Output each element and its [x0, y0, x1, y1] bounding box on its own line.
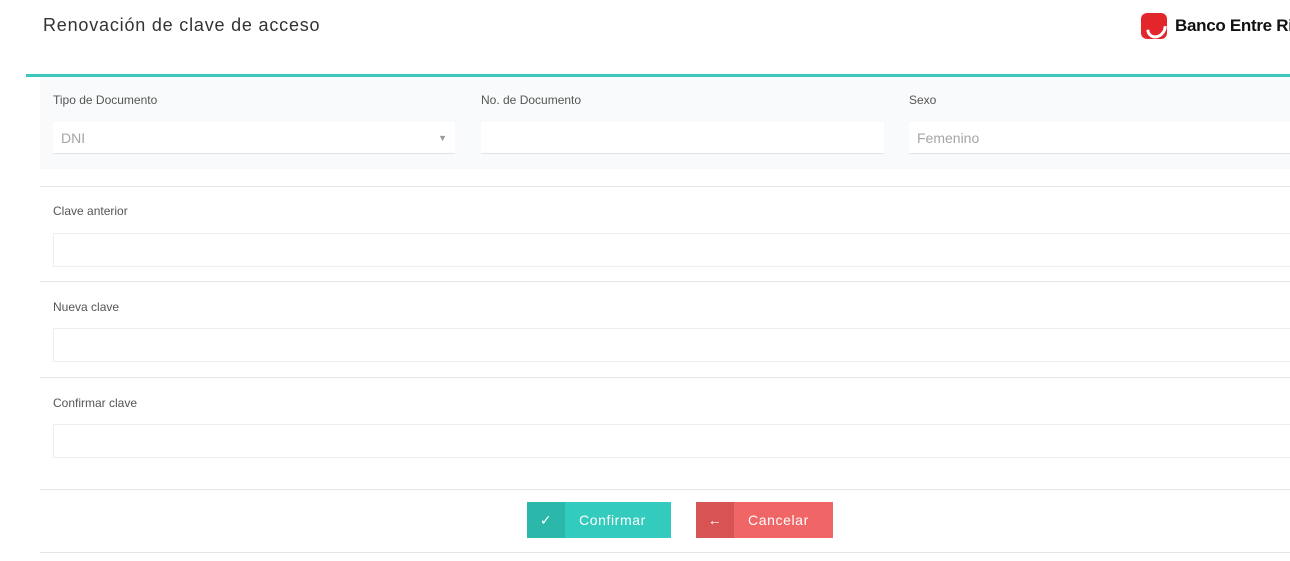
tipo-documento-label: Tipo de Documento — [53, 93, 158, 107]
arrow-left-icon: ← — [696, 502, 734, 538]
page-header: Renovación de clave de acceso Banco Entr… — [0, 0, 1290, 74]
tipo-documento-select[interactable]: DNI ▼ — [53, 122, 455, 154]
divider — [40, 281, 1290, 282]
clave-anterior-label: Clave anterior — [53, 204, 128, 218]
clave-anterior-input[interactable] — [53, 233, 1290, 267]
divider — [40, 377, 1290, 378]
bank-name: Banco Entre Ri — [1175, 16, 1290, 35]
nueva-clave-input[interactable] — [53, 328, 1290, 362]
document-card: Tipo de Documento DNI ▼ No. de Documento… — [40, 77, 1290, 169]
sexo-input[interactable] — [909, 122, 1290, 154]
confirmar-clave-label: Confirmar clave — [53, 396, 138, 410]
confirm-button-label: Confirmar — [579, 512, 646, 528]
tipo-documento-value: DNI — [61, 129, 86, 146]
divider — [40, 186, 1290, 187]
confirm-button[interactable]: ✓ Confirmar — [527, 502, 671, 538]
nueva-clave-label: Nueva clave — [53, 300, 120, 314]
sexo-label: Sexo — [909, 93, 937, 107]
numero-documento-input[interactable] — [481, 122, 884, 154]
cancel-button-label: Cancelar — [748, 512, 809, 528]
page-title: Renovación de clave de acceso — [43, 15, 321, 35]
confirmar-clave-input[interactable] — [53, 424, 1290, 458]
dropdown-caret-icon: ▼ — [438, 132, 447, 143]
cancel-button[interactable]: ← Cancelar — [696, 502, 833, 538]
numero-documento-label: No. de Documento — [481, 93, 582, 107]
bank-logo-icon — [1141, 13, 1167, 39]
bank-brand: Banco Entre Ri — [1141, 13, 1290, 39]
divider — [40, 552, 1290, 553]
divider — [40, 489, 1290, 490]
checkmark-icon: ✓ — [527, 502, 565, 538]
